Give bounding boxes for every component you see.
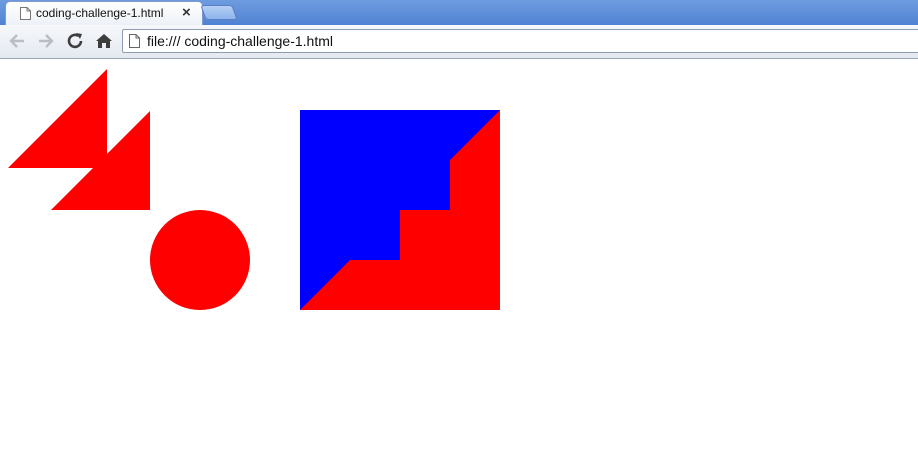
new-tab-button[interactable] [200, 5, 238, 20]
close-icon[interactable]: × [182, 4, 191, 22]
forward-arrow-icon[interactable] [35, 30, 57, 52]
address-url[interactable]: file:/// coding-challenge-1.html [147, 33, 333, 49]
page-canvas [8, 69, 500, 310]
page-icon [20, 7, 31, 20]
tab-coding-challenge[interactable]: coding-challenge-1.html × [5, 1, 203, 25]
red-circle [150, 210, 250, 310]
red-triangle-upper [8, 69, 107, 168]
tab-title: coding-challenge-1.html [36, 6, 164, 20]
page-icon [129, 34, 140, 48]
home-icon[interactable] [93, 30, 115, 52]
reload-icon[interactable] [64, 30, 86, 52]
tab-strip: coding-challenge-1.html × [0, 0, 918, 25]
browser-toolbar: file:/// coding-challenge-1.html [0, 25, 918, 59]
back-arrow-icon[interactable] [6, 30, 28, 52]
address-bar[interactable]: file:/// coding-challenge-1.html [122, 29, 918, 53]
page-viewport [0, 60, 918, 470]
